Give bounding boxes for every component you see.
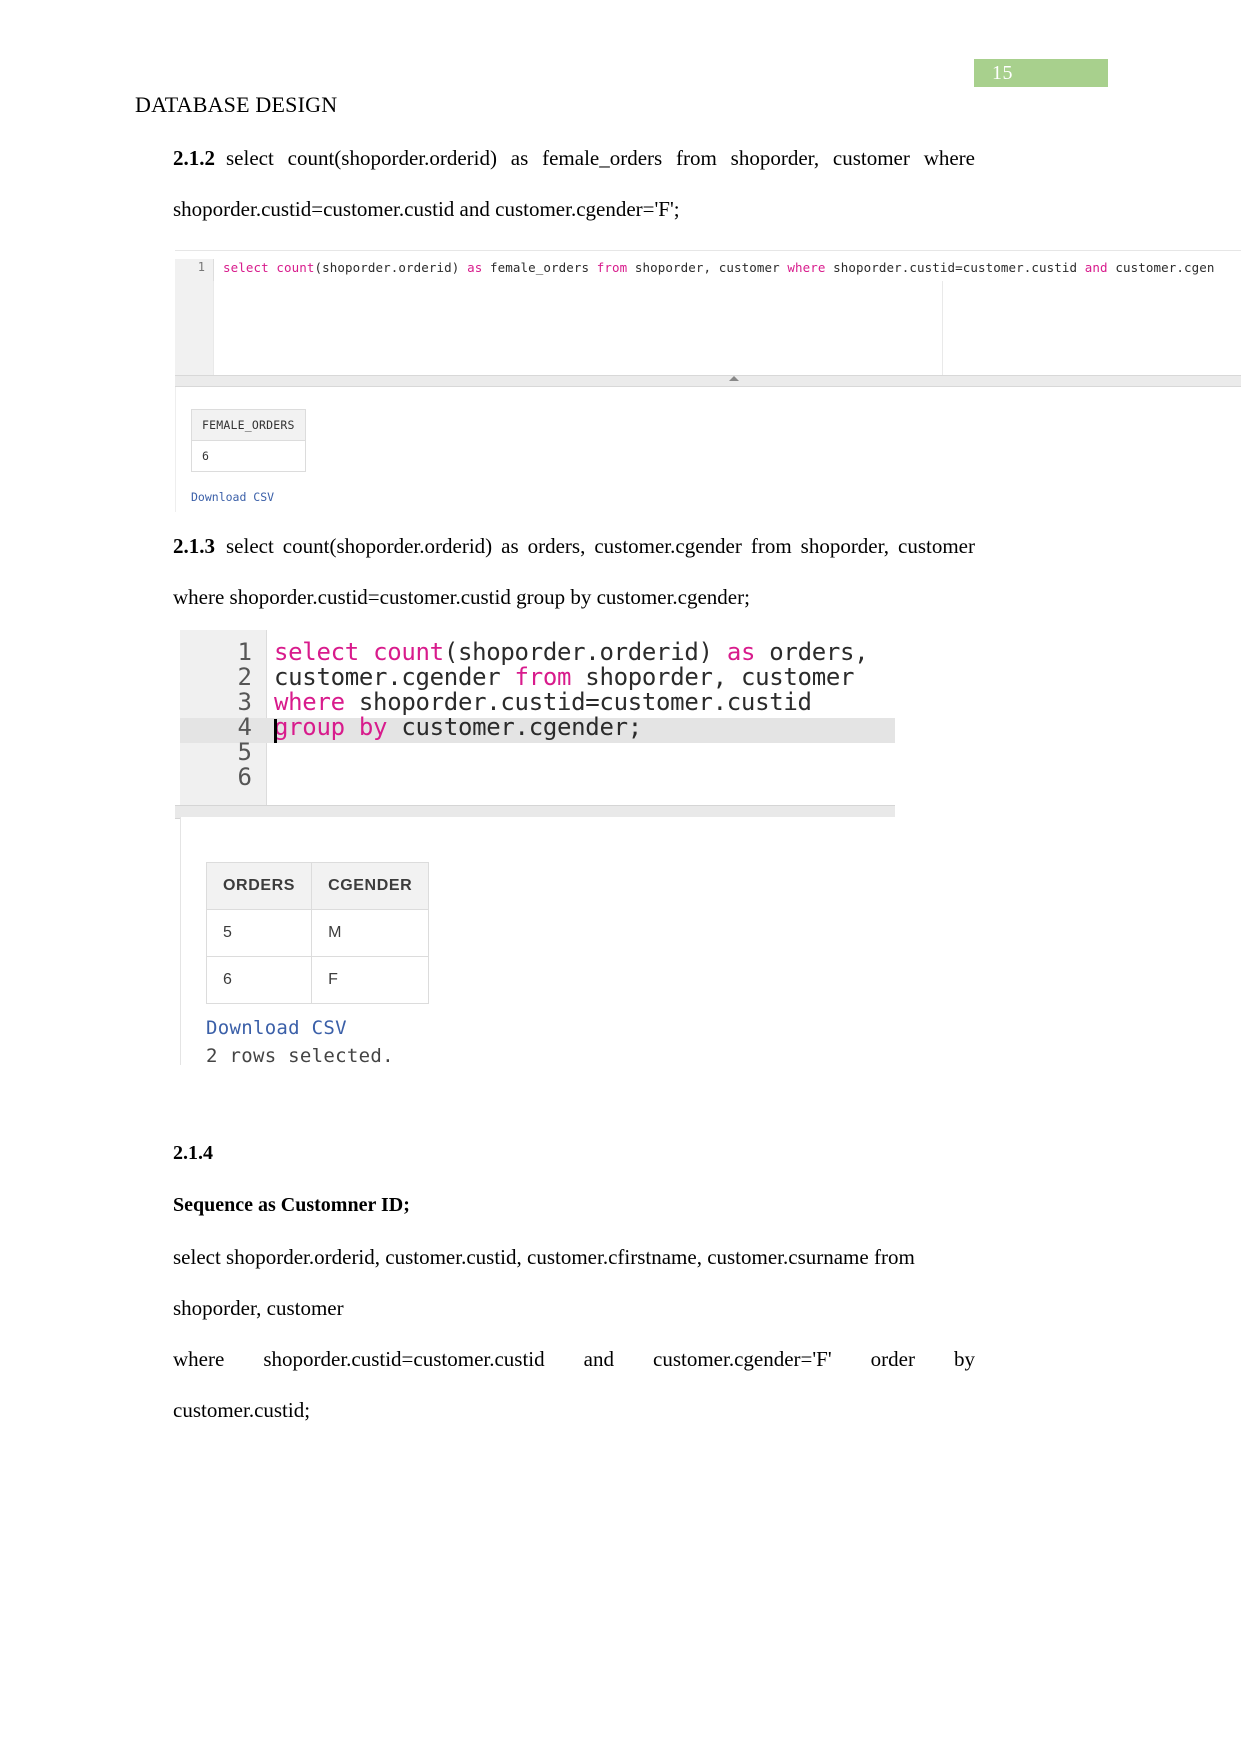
table-cell: M [311, 909, 430, 957]
sql-code-line[interactable]: where shoporder.custid=customer.custid [274, 688, 812, 716]
code-token: customer.cgen [1107, 260, 1215, 275]
code-token: as [467, 260, 483, 275]
column-header-female-orders[interactable]: FEMALE_ORDERS [191, 409, 306, 441]
table-row: 6 [191, 440, 306, 472]
figure-sql-screenshot-213: 1 select count(shoporder.orderid) as orde… [175, 630, 895, 1065]
download-csv-link-1[interactable]: Download CSV [191, 490, 274, 504]
code-token: shoporder.custid=customer.custid [825, 260, 1085, 275]
code-token: select [223, 260, 269, 275]
section-2-1-4-heading: Sequence as Customner ID; [173, 1194, 410, 1216]
line-number-1: 1 [197, 260, 205, 274]
section-2-1-2-paragraph: 2.1.2 select count(shoporder.orderid) as … [173, 133, 975, 235]
table-row: 6F [205, 956, 430, 1004]
page-number-badge: 15 [974, 59, 1108, 87]
section-2-1-2-number: 2.1.2 [173, 146, 215, 170]
code-token: select [274, 638, 359, 666]
running-head: DATABASE DESIGN [135, 92, 338, 117]
code-token: where [787, 260, 826, 275]
sql-code-line[interactable]: group by customer.cgender; [274, 713, 642, 741]
query-results-panel-2: ORDERS CGENDER 5M6F Download CSV 2 rows s… [180, 817, 895, 1065]
code-token: where [274, 688, 345, 716]
sql-code-line[interactable]: customer.cgender from shoporder, custome… [274, 663, 854, 691]
column-header-orders[interactable]: ORDERS [205, 862, 313, 910]
section-2-1-2-text: select count(shoporder.orderid) as femal… [173, 146, 975, 221]
sql-code-line[interactable]: select count(shoporder.orderid) as order… [274, 638, 869, 666]
line3-order: order [870, 1347, 915, 1371]
table-header-row: FEMALE_ORDERS [191, 409, 306, 441]
download-csv-link-2[interactable]: Download CSV [206, 1017, 347, 1039]
code-token: count [276, 260, 315, 275]
code-token: shoporder, customer [571, 663, 855, 691]
section-2-1-3-number: 2.1.3 [173, 534, 215, 558]
line-number: 4 [237, 713, 252, 741]
editor-results-splitter-1[interactable] [175, 375, 1241, 387]
code-token: orders, [755, 638, 869, 666]
line-number: 5 [237, 738, 252, 766]
table-cell: 6 [205, 956, 313, 1004]
line-number: 6 [237, 763, 252, 791]
code-token: and [1084, 260, 1108, 275]
code-token: (shoporder.orderid) [443, 638, 727, 666]
section-2-1-4-line-1: select shoporder.orderid, customer.custi… [173, 1245, 915, 1269]
line3-join: shoporder.custid=customer.custid [263, 1347, 545, 1371]
section-2-1-4-number: 2.1.4 [173, 1142, 213, 1164]
code-token: customer.cgender [274, 663, 515, 691]
code-token: shoporder, customer [627, 260, 788, 275]
result-table-2: ORDERS CGENDER 5M6F [205, 862, 430, 1004]
code-token: from [596, 260, 628, 275]
line3-where: where [173, 1347, 225, 1371]
code-token: as [726, 638, 756, 666]
line3-by: by [953, 1347, 975, 1371]
line-number: 1 [237, 638, 252, 666]
editor-gutter-1 [175, 259, 214, 384]
sql-code-line-1[interactable]: select count(shoporder.orderid) as femal… [223, 260, 1214, 275]
line3-and: and [583, 1347, 614, 1371]
table-cell: F [311, 956, 430, 1004]
sql-editor-panel-2: 1 select count(shoporder.orderid) as orde… [175, 630, 895, 805]
rows-selected-message: 2 rows selected. [206, 1045, 394, 1065]
sql-editor-panel-1: 1 select count(shoporder.orderid) as fem… [175, 250, 1241, 384]
section-2-1-3-paragraph: 2.1.3 select count(shoporder.orderid) as … [173, 521, 975, 623]
code-token: customer.cgender; [387, 713, 642, 741]
column-header-cgender[interactable]: CGENDER [311, 862, 430, 910]
section-2-1-4-line-2: shoporder, customer [173, 1296, 344, 1320]
code-token: shoporder.custid=customer.custid [344, 688, 812, 716]
section-2-1-4-line-4: customer.custid; [173, 1398, 311, 1422]
line3-gender: customer.cgender='F' [653, 1347, 832, 1371]
code-token: female_orders [482, 260, 597, 275]
code-token: group [274, 713, 345, 741]
table-cell: 5 [205, 909, 313, 957]
line-number: 2 [237, 663, 252, 691]
result-table-1: FEMALE_ORDERS 6 [191, 409, 306, 472]
cell-female-orders-value: 6 [191, 440, 306, 472]
table-header-row: ORDERS CGENDER [205, 862, 430, 910]
text-cursor [274, 719, 277, 743]
code-token: count [373, 638, 444, 666]
line-number: 3 [237, 688, 252, 716]
chevron-up-icon[interactable] [729, 376, 739, 381]
code-token: by [358, 713, 388, 741]
section-2-1-4-line-3: where shoporder.custid=customer.custid a… [173, 1334, 975, 1385]
figure-sql-screenshot-212: 1 select count(shoporder.orderid) as fem… [175, 242, 1241, 512]
section-2-1-3-text: select count(shoporder.orderid) as order… [173, 534, 975, 609]
editor-text-area-1[interactable] [213, 281, 943, 382]
code-token: from [514, 663, 572, 691]
query-results-panel-1: FEMALE_ORDERS 6 Download CSV [175, 387, 1241, 512]
table-row: 5M [205, 909, 430, 957]
code-token: (shoporder.orderid) [314, 260, 468, 275]
